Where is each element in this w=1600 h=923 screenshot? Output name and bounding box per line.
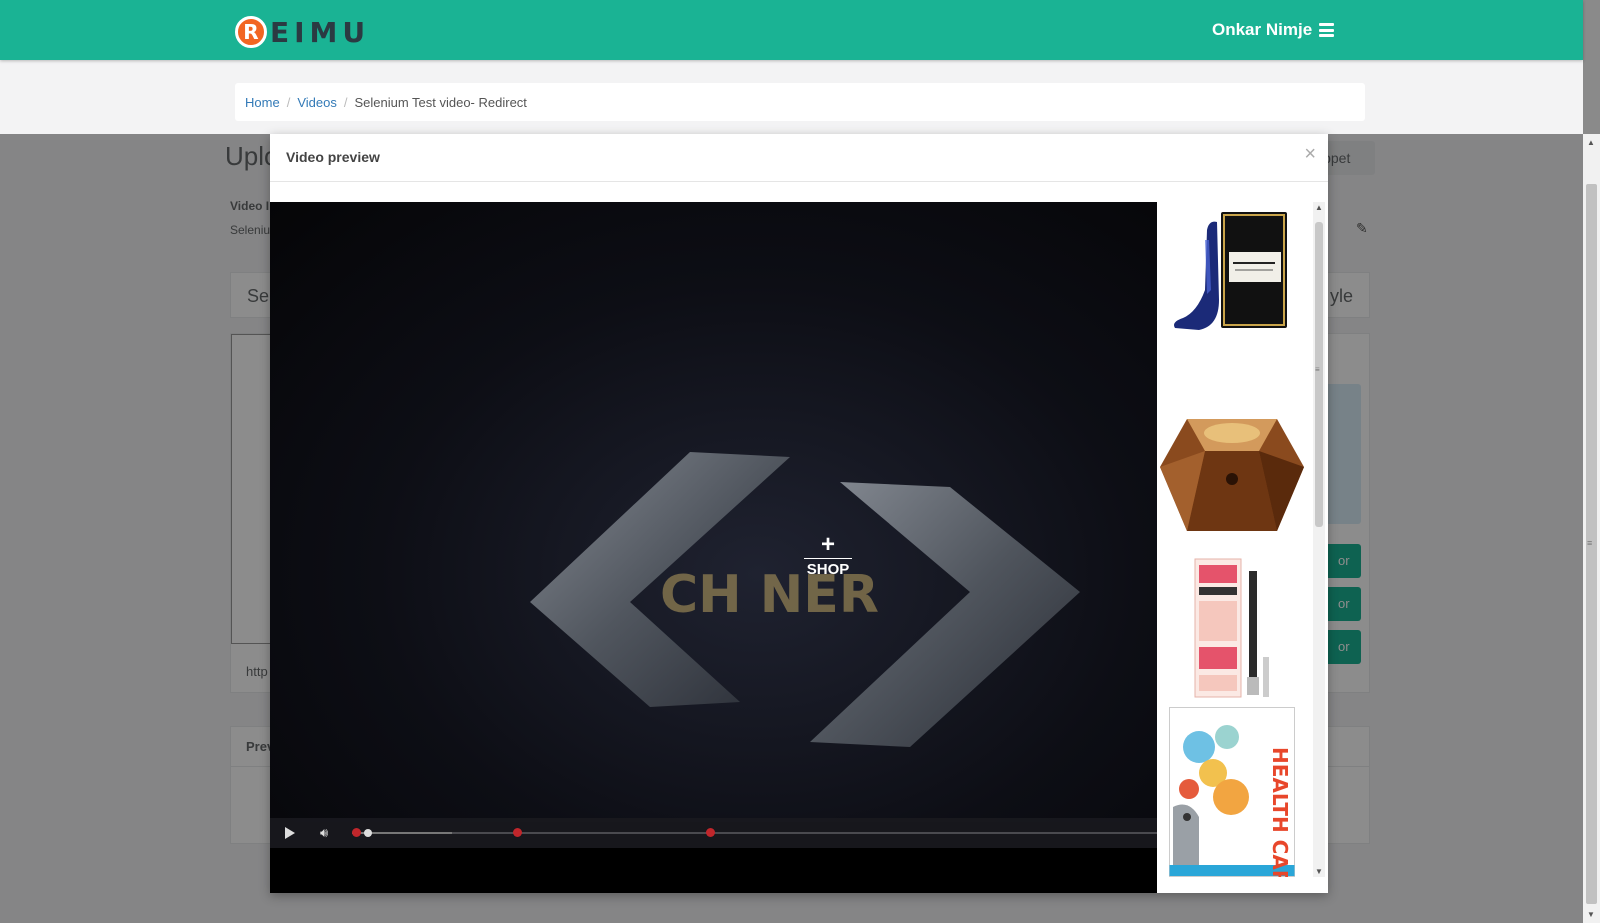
progress-handle[interactable]: [364, 829, 373, 837]
shop-label: SHOP: [806, 561, 850, 578]
chapter-marker[interactable]: [352, 828, 361, 837]
scroll-down-arrow-icon[interactable]: ▼: [1315, 867, 1323, 876]
user-menu[interactable]: Onkar Nimje: [1212, 20, 1335, 40]
poster-text: HEALTH CARE: [1268, 747, 1292, 877]
close-icon[interactable]: ×: [1304, 143, 1316, 166]
shop-divider: [804, 558, 852, 559]
scroll-grip-icon: ≡: [1315, 365, 1320, 374]
breadcrumb-videos[interactable]: Videos: [297, 95, 337, 110]
scroll-up-arrow-icon[interactable]: ▲: [1587, 138, 1595, 147]
perfume-bottle-icon: [1160, 419, 1304, 531]
app-logo[interactable]: R EIMU: [235, 15, 371, 49]
video-preview-modal: Video preview × CH NER + SHOP 🔊︎ HEALTH …: [270, 134, 1328, 893]
product-good-girl[interactable]: [1169, 210, 1291, 340]
breadcrumb-separator: /: [286, 94, 291, 110]
perfume-bottle-icon: [1174, 212, 1287, 330]
logo-badge: R: [235, 16, 267, 48]
video-frame: CH NER + SHOP: [270, 202, 1157, 822]
product-scrollbar[interactable]: ▲ ≡ ▼: [1313, 202, 1325, 877]
product-brow-pencil[interactable]: [1187, 557, 1279, 707]
top-navbar: R EIMU Onkar Nimje: [0, 0, 1583, 60]
breadcrumb-separator: /: [343, 94, 348, 110]
scroll-grip-icon: ≡: [1587, 538, 1593, 548]
video-frame-art: CH NER: [530, 452, 1080, 747]
poster-icon: HEALTH CARE: [1169, 707, 1295, 893]
breadcrumb-current: Selenium Test video- Redirect: [354, 94, 527, 110]
chapter-marker[interactable]: [706, 828, 716, 837]
hamburger-icon[interactable]: [1319, 23, 1335, 37]
makeup-pencil-icon: [1194, 558, 1269, 698]
shop-hotspot[interactable]: + SHOP: [798, 531, 858, 578]
product-health-care[interactable]: HEALTH CARE: [1169, 707, 1295, 893]
page-scrollbar[interactable]: ▲ ≡ ▼: [1583, 134, 1600, 923]
volume-icon[interactable]: 🔊︎: [320, 825, 328, 841]
video-player[interactable]: CH NER + SHOP 🔊︎: [270, 202, 1157, 893]
breadcrumb-home[interactable]: Home: [245, 95, 280, 110]
progress-track[interactable]: [352, 828, 1157, 837]
play-icon[interactable]: [285, 827, 295, 839]
modal-title: Video preview: [286, 149, 380, 165]
plus-icon: +: [820, 531, 835, 558]
product-scroll-thumb[interactable]: [1315, 222, 1323, 527]
scroll-down-arrow-icon[interactable]: ▼: [1587, 910, 1595, 919]
product-lady-million[interactable]: [1159, 407, 1305, 542]
logo-text: EIMU: [270, 15, 371, 49]
chapter-marker[interactable]: [513, 828, 522, 837]
player-controls: 🔊︎: [270, 818, 1157, 848]
user-name: Onkar Nimje: [1212, 20, 1313, 39]
scroll-up-arrow-icon[interactable]: ▲: [1315, 203, 1323, 212]
product-sidebar: HEALTH CARE ▲ ≡ ▼: [1157, 202, 1328, 893]
breadcrumb: Home / Videos / Selenium Test video- Red…: [235, 83, 1365, 121]
modal-header: Video preview ×: [270, 134, 1328, 182]
